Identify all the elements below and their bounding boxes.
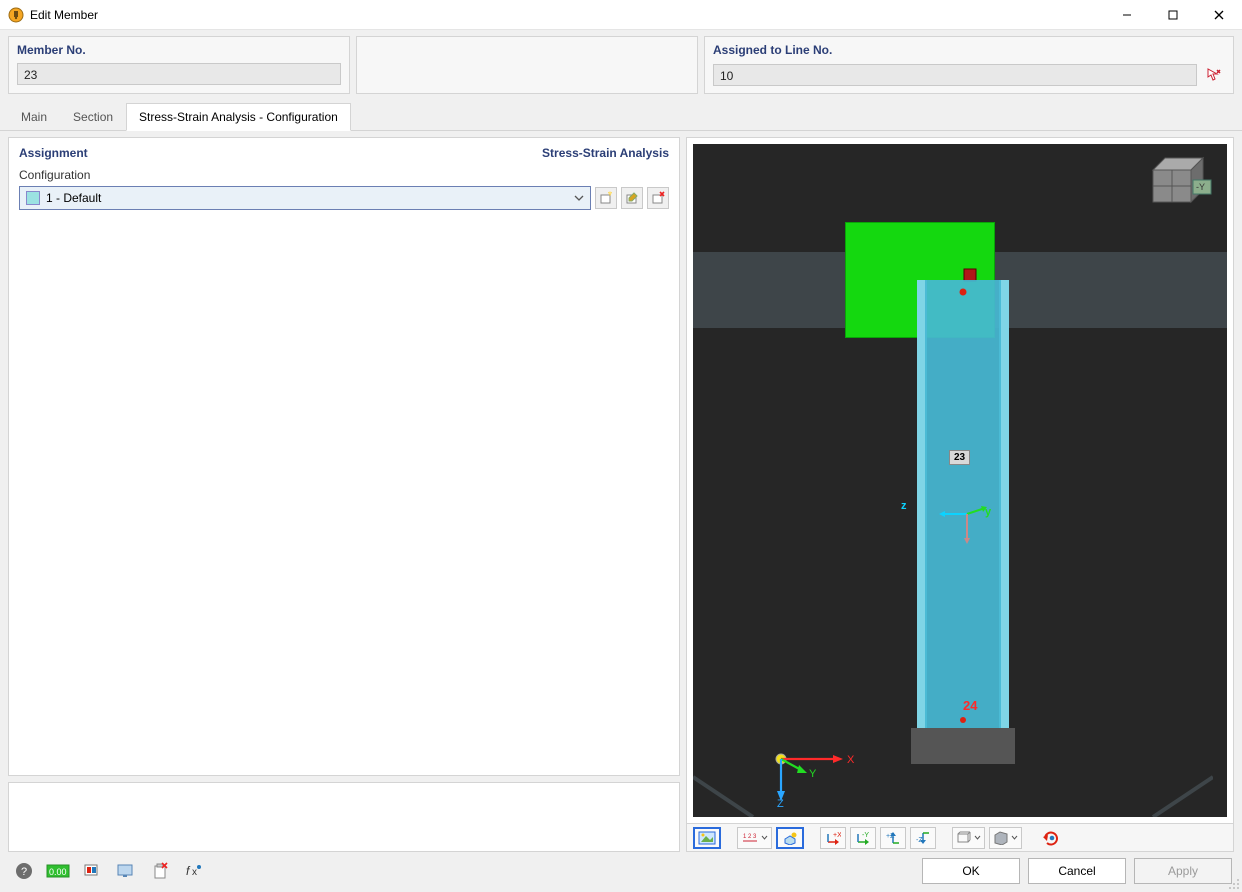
apply-button: Apply: [1134, 858, 1232, 884]
preview-panel: -Y 23 24 z y: [686, 137, 1234, 852]
local-axis-z-label: z: [901, 500, 907, 512]
assignment-panel: Assignment Stress-Strain Analysis Config…: [8, 137, 680, 776]
assigned-line-panel: Assigned to Line No. 10: [704, 36, 1234, 94]
member-badge: 23: [949, 450, 970, 465]
local-axis-gizmo: [933, 494, 993, 554]
chevron-down-icon: [1011, 834, 1018, 841]
edit-configuration-button[interactable]: [621, 187, 643, 209]
assignment-title-right: Stress-Strain Analysis: [542, 146, 669, 160]
assigned-line-field[interactable]: 10: [713, 64, 1197, 86]
svg-text:-Z: -Z: [916, 837, 923, 844]
title-bar: Edit Member: [0, 0, 1242, 30]
cancel-button[interactable]: Cancel: [1028, 858, 1126, 884]
tab-section[interactable]: Section: [60, 103, 126, 131]
comment-panel: [8, 782, 680, 852]
tab-stress-strain-config[interactable]: Stress-Strain Analysis - Configuration: [126, 103, 351, 131]
window-title: Edit Member: [30, 8, 1104, 22]
view-plus-x-button[interactable]: +X: [820, 827, 846, 849]
configuration-value: 1 - Default: [46, 191, 574, 205]
delete-configuration-button[interactable]: [647, 187, 669, 209]
description-panel: [356, 36, 698, 94]
svg-text:0.00: 0.00: [49, 867, 67, 877]
view-plus-z-button[interactable]: +Z: [880, 827, 906, 849]
bottom-bar: ? 0.00 fx OK Cancel Apply: [0, 852, 1242, 892]
isometric-view-button[interactable]: [776, 827, 804, 849]
minimize-button[interactable]: [1104, 0, 1150, 30]
chevron-down-icon: [974, 834, 981, 841]
node-badge: 24: [963, 698, 977, 713]
clipboard-disable-button[interactable]: [146, 858, 174, 884]
svg-text:+Z: +Z: [886, 833, 895, 840]
assignment-title: Assignment: [19, 146, 88, 160]
maximize-button[interactable]: [1150, 0, 1196, 30]
tab-main[interactable]: Main: [8, 103, 60, 131]
svg-text:-Y: -Y: [862, 832, 869, 839]
help-button[interactable]: ?: [10, 858, 38, 884]
floor-lines: [693, 737, 1213, 817]
config-color-swatch: [26, 191, 40, 205]
display-settings-button[interactable]: [78, 858, 106, 884]
display-solid-button[interactable]: [989, 827, 1022, 849]
new-configuration-button[interactable]: [595, 187, 617, 209]
units-button[interactable]: 0.00: [44, 858, 72, 884]
resize-grip[interactable]: [1228, 878, 1240, 890]
viewport-3d[interactable]: -Y 23 24 z y: [693, 144, 1227, 817]
assigned-line-label: Assigned to Line No.: [713, 43, 1225, 57]
chevron-down-icon: [574, 193, 584, 203]
chevron-down-icon: [761, 834, 768, 841]
screen-button[interactable]: [112, 858, 140, 884]
nav-cube[interactable]: -Y: [1141, 152, 1219, 210]
view-mode-image-button[interactable]: [693, 827, 721, 849]
app-icon: [8, 7, 24, 23]
view-toolbar: 1 2 3 +X -Y +Z -Z: [687, 823, 1233, 851]
svg-text:?: ?: [21, 866, 27, 878]
svg-text:x: x: [192, 867, 197, 878]
content: Assignment Stress-Strain Analysis Config…: [0, 131, 1242, 852]
configuration-label: Configuration: [19, 168, 669, 182]
reset-view-button[interactable]: [1038, 827, 1064, 849]
member-no-field[interactable]: 23: [17, 63, 341, 85]
member-no-label: Member No.: [17, 43, 341, 57]
close-button[interactable]: [1196, 0, 1242, 30]
svg-text:1 2 3: 1 2 3: [743, 834, 757, 840]
svg-text:f: f: [186, 864, 191, 878]
view-minus-y-button[interactable]: -Y: [850, 827, 876, 849]
svg-text:-Y: -Y: [1196, 182, 1205, 192]
tabs: Main Section Stress-Strain Analysis - Co…: [0, 102, 1242, 131]
member-no-panel: Member No. 23: [8, 36, 350, 94]
fx-button[interactable]: fx: [180, 858, 208, 884]
info-area: Member No. 23 Assigned to Line No. 10: [0, 30, 1242, 100]
ok-button[interactable]: OK: [922, 858, 1020, 884]
show-values-button[interactable]: 1 2 3: [737, 827, 772, 849]
display-wireframe-button[interactable]: [952, 827, 985, 849]
pick-line-button[interactable]: [1201, 63, 1225, 87]
view-minus-z-button[interactable]: -Z: [910, 827, 936, 849]
svg-text:+X: +X: [833, 832, 841, 839]
configuration-combo[interactable]: 1 - Default: [19, 186, 591, 210]
